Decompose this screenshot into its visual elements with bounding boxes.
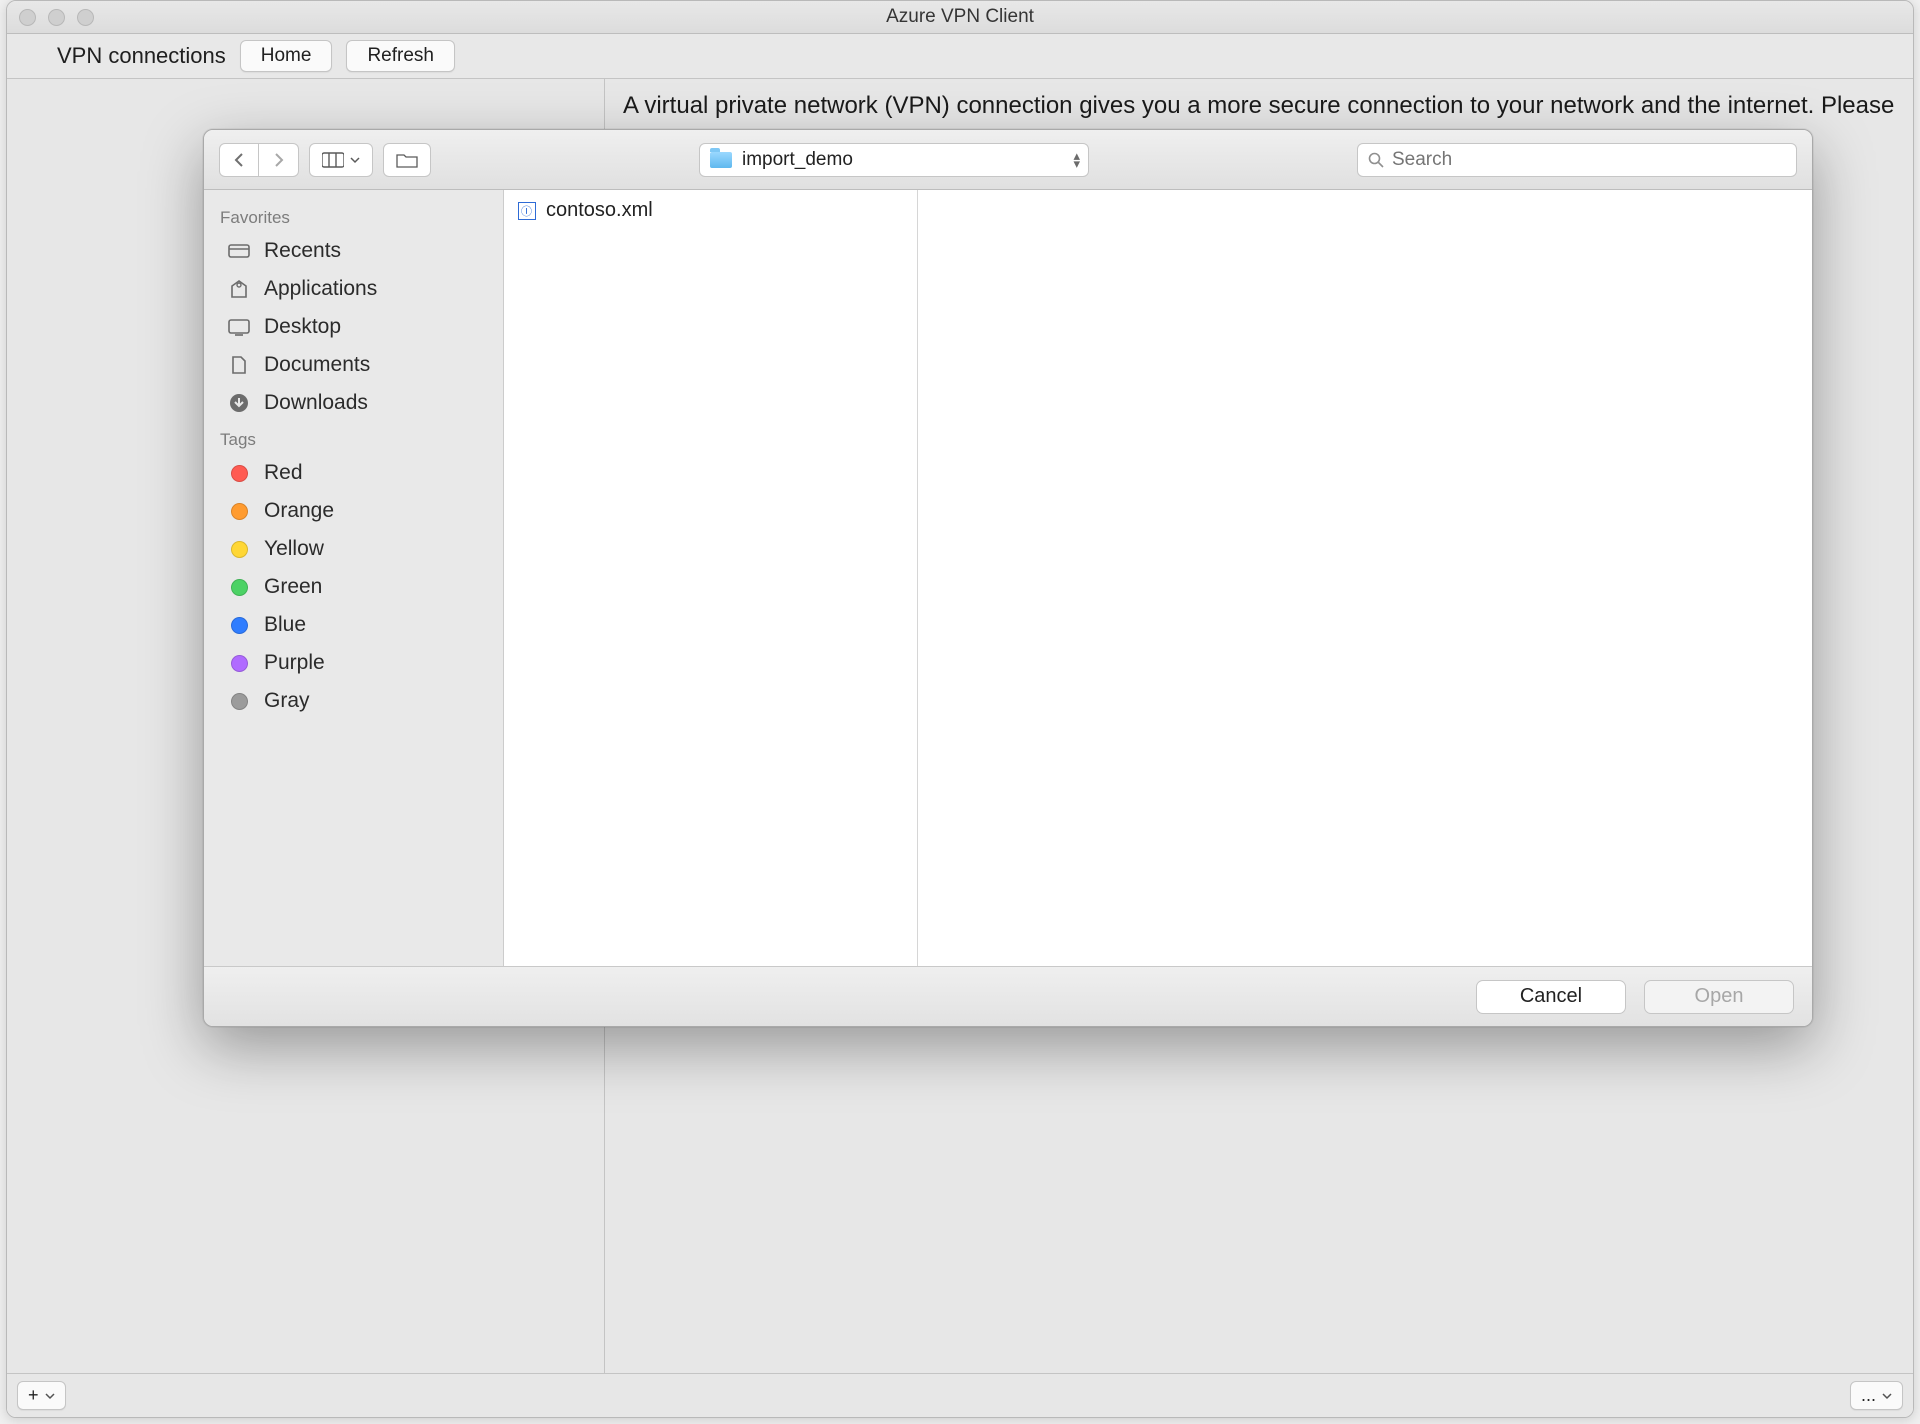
sidebar-item-label: Documents [264,353,370,377]
search-input[interactable] [1392,149,1786,171]
sidebar-item-desktop[interactable]: Desktop [204,308,503,346]
tag-dot-icon [231,579,248,596]
file-open-dialog: import_demo ▴▾ Favorites Recents Applica… [203,129,1813,1027]
tag-item-blue[interactable]: Blue [204,606,503,644]
tag-dot-icon [231,503,248,520]
search-icon [1368,152,1384,168]
chevron-right-icon [273,152,285,168]
favorites-header: Favorites [204,200,503,232]
tag-label: Red [264,461,303,485]
traffic-lights [7,9,94,26]
new-folder-button[interactable] [383,143,431,177]
zoom-window-button[interactable] [77,9,94,26]
tag-label: Green [264,575,322,599]
tag-label: Blue [264,613,306,637]
folder-icon [710,152,732,168]
xml-file-icon [518,202,536,220]
nav-group [219,143,299,177]
file-row[interactable]: contoso.xml [514,196,907,225]
tag-item-yellow[interactable]: Yellow [204,530,503,568]
folder-plus-icon [396,152,418,168]
forward-button[interactable] [259,143,299,177]
folder-path-popup[interactable]: import_demo ▴▾ [699,143,1089,177]
tag-label: Purple [264,651,325,675]
back-button[interactable] [219,143,259,177]
tag-label: Yellow [264,537,324,561]
tag-label: Orange [264,499,334,523]
tag-item-purple[interactable]: Purple [204,644,503,682]
search-field[interactable] [1357,143,1797,177]
preview-column [918,190,1812,966]
sidebar-item-label: Downloads [264,391,368,415]
file-name: contoso.xml [546,199,653,222]
downloads-icon [226,393,252,413]
tag-item-green[interactable]: Green [204,568,503,606]
tag-dot-icon [231,617,248,634]
sidebar-item-recents[interactable]: Recents [204,232,503,270]
file-dialog-toolbar: import_demo ▴▾ [204,130,1812,190]
tag-item-orange[interactable]: Orange [204,492,503,530]
columns-icon [322,152,344,168]
file-dialog-body: Favorites Recents Applications Desktop D… [204,190,1812,966]
app-window: Azure VPN Client VPN connections Home Re… [6,0,1914,1418]
desktop-icon [226,318,252,336]
sidebar-item-documents[interactable]: Documents [204,346,503,384]
sidebar-item-label: Applications [264,277,377,301]
recents-icon [226,242,252,260]
chevron-left-icon [233,152,245,168]
tag-item-gray[interactable]: Gray [204,682,503,720]
window-titlebar: Azure VPN Client [7,1,1913,34]
sidebar-item-applications[interactable]: Applications [204,270,503,308]
tag-dot-icon [231,655,248,672]
file-dialog-footer: Cancel Open [204,966,1812,1026]
minimize-window-button[interactable] [48,9,65,26]
current-folder-name: import_demo [742,149,853,171]
tag-dot-icon [231,693,248,710]
tag-item-red[interactable]: Red [204,454,503,492]
tag-dot-icon [231,465,248,482]
tag-label: Gray [264,689,310,713]
documents-icon [226,355,252,375]
sidebar-item-downloads[interactable]: Downloads [204,384,503,422]
file-column: contoso.xml [504,190,918,966]
close-window-button[interactable] [19,9,36,26]
cancel-button[interactable]: Cancel [1476,980,1626,1014]
tag-dot-icon [231,541,248,558]
sidebar-item-label: Recents [264,239,341,263]
view-mode-button[interactable] [309,143,373,177]
sidebar-item-label: Desktop [264,315,341,339]
window-title: Azure VPN Client [7,6,1913,28]
popup-chevrons-icon: ▴▾ [1073,152,1080,168]
chevron-down-icon [350,155,360,165]
open-button[interactable]: Open [1644,980,1794,1014]
file-dialog-sidebar: Favorites Recents Applications Desktop D… [204,190,504,966]
tags-header: Tags [204,422,503,454]
applications-icon [226,279,252,299]
